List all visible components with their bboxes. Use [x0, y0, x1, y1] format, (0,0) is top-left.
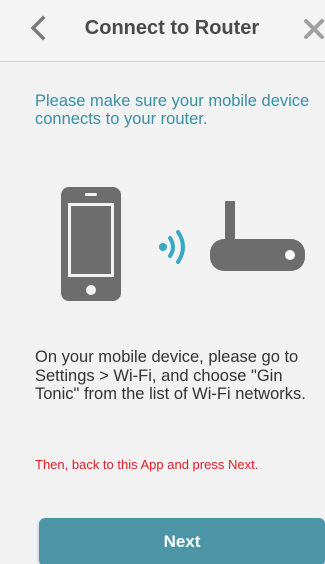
- back-button[interactable]: [26, 14, 50, 42]
- wifi-signal-icon: [159, 230, 185, 264]
- close-icon: [304, 19, 324, 39]
- connect-to-router-screen: Connect to Router Please make sure your …: [0, 0, 325, 564]
- next-button[interactable]: Next: [39, 518, 325, 564]
- connection-illustration: [60, 186, 310, 306]
- intro-text: Please make sure your mobile device conn…: [35, 92, 310, 128]
- page-title: Connect to Router: [84, 17, 260, 39]
- instruction-text: On your mobile device, please go to Sett…: [35, 348, 306, 403]
- header-bar: Connect to Router: [0, 0, 325, 62]
- close-button[interactable]: [303, 18, 325, 40]
- note-text: Then, back to this App and press Next.: [35, 457, 259, 472]
- router-icon: [210, 201, 305, 271]
- main-content: Please make sure your mobile device conn…: [0, 62, 325, 564]
- chevron-left-icon: [30, 15, 46, 41]
- smartphone-icon: [61, 187, 121, 301]
